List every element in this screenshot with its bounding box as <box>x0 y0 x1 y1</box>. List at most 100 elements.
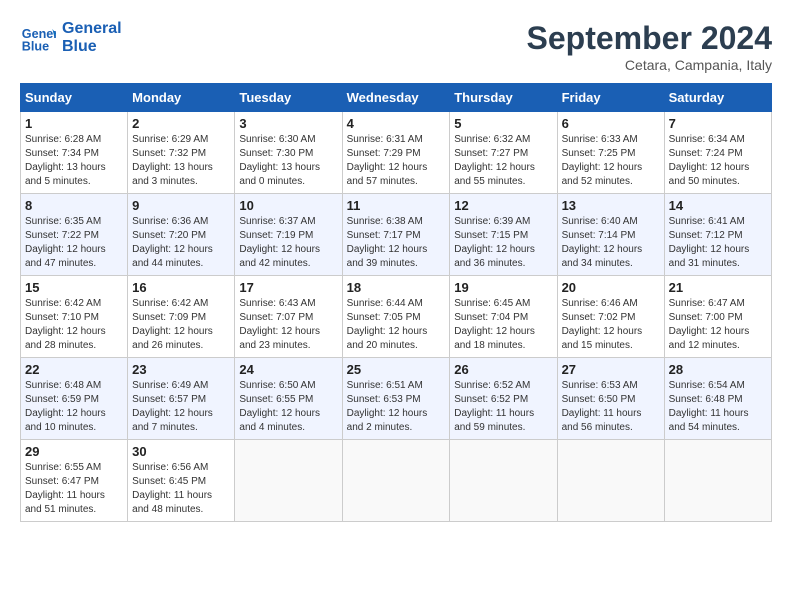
day-info: Sunrise: 6:29 AM Sunset: 7:32 PM Dayligh… <box>132 133 230 189</box>
day-of-week-header: Tuesday <box>235 84 342 112</box>
day-number: 24 <box>239 362 337 377</box>
calendar-week-row: 22 Sunrise: 6:48 AM Sunset: 6:59 PM Dayli… <box>21 358 772 440</box>
day-of-week-header: Friday <box>557 84 664 112</box>
day-info: Sunrise: 6:37 AM Sunset: 7:19 PM Dayligh… <box>239 215 337 271</box>
calendar-cell <box>557 440 664 522</box>
calendar-cell <box>664 440 771 522</box>
calendar-table: SundayMondayTuesdayWednesdayThursdayFrid… <box>20 83 772 522</box>
day-number: 27 <box>562 362 660 377</box>
day-of-week-header: Sunday <box>21 84 128 112</box>
calendar-cell: 17 Sunrise: 6:43 AM Sunset: 7:07 PM Dayli… <box>235 276 342 358</box>
day-number: 15 <box>25 280 123 295</box>
day-number: 5 <box>454 116 552 131</box>
calendar-cell: 24Sunrise: 6:50 AM Sunset: 6:55 PM Dayli… <box>235 358 342 440</box>
calendar-week-row: 8Sunrise: 6:35 AM Sunset: 7:22 PM Daylig… <box>21 194 772 276</box>
day-info: Sunrise: 6:48 AM Sunset: 6:59 PM Dayligh… <box>25 379 123 435</box>
calendar-cell: 25 Sunrise: 6:51 AM Sunset: 6:53 PM Dayli… <box>342 358 450 440</box>
day-number: 2 <box>132 116 230 131</box>
calendar-cell: 5 Sunrise: 6:32 AM Sunset: 7:27 PM Daylig… <box>450 112 557 194</box>
day-info: Sunrise: 6:56 AM Sunset: 6:45 PM Dayligh… <box>132 461 230 517</box>
logo-text: General Blue <box>62 20 122 55</box>
calendar-cell <box>342 440 450 522</box>
day-number: 18 <box>347 280 446 295</box>
logo: General Blue General Blue <box>20 20 122 56</box>
day-number: 17 <box>239 280 337 295</box>
day-info: Sunrise: 6:34 AM Sunset: 7:24 PM Dayligh… <box>669 133 767 189</box>
day-info: Sunrise: 6:53 AM Sunset: 6:50 PM Dayligh… <box>562 379 660 435</box>
day-number: 21 <box>669 280 767 295</box>
day-info: Sunrise: 6:30 AM Sunset: 7:30 PM Dayligh… <box>239 133 337 189</box>
day-info: Sunrise: 6:43 AM Sunset: 7:07 PM Dayligh… <box>239 297 337 353</box>
day-number: 19 <box>454 280 552 295</box>
calendar-cell: 20Sunrise: 6:46 AM Sunset: 7:02 PM Dayli… <box>557 276 664 358</box>
day-info: Sunrise: 6:45 AM Sunset: 7:04 PM Dayligh… <box>454 297 552 353</box>
calendar-cell: 1Sunrise: 6:28 AM Sunset: 7:34 PM Daylig… <box>21 112 128 194</box>
calendar-cell: 23Sunrise: 6:49 AM Sunset: 6:57 PM Dayli… <box>128 358 235 440</box>
page-header: General Blue General Blue September 2024… <box>20 20 772 73</box>
day-number: 13 <box>562 198 660 213</box>
day-info: Sunrise: 6:28 AM Sunset: 7:34 PM Dayligh… <box>25 133 123 189</box>
day-number: 6 <box>562 116 660 131</box>
day-of-week-header: Wednesday <box>342 84 450 112</box>
calendar-cell: 27 Sunrise: 6:53 AM Sunset: 6:50 PM Dayli… <box>557 358 664 440</box>
day-info: Sunrise: 6:41 AM Sunset: 7:12 PM Dayligh… <box>669 215 767 271</box>
day-number: 9 <box>132 198 230 213</box>
calendar-week-row: 1Sunrise: 6:28 AM Sunset: 7:34 PM Daylig… <box>21 112 772 194</box>
day-number: 16 <box>132 280 230 295</box>
day-info: Sunrise: 6:49 AM Sunset: 6:57 PM Dayligh… <box>132 379 230 435</box>
calendar-cell <box>235 440 342 522</box>
calendar-cell: 4 Sunrise: 6:31 AM Sunset: 7:29 PM Daylig… <box>342 112 450 194</box>
calendar-cell: 14 Sunrise: 6:41 AM Sunset: 7:12 PM Dayli… <box>664 194 771 276</box>
day-info: Sunrise: 6:46 AM Sunset: 7:02 PM Dayligh… <box>562 297 660 353</box>
title-area: September 2024 Cetara, Campania, Italy <box>527 20 772 73</box>
calendar-cell: 29Sunrise: 6:55 AM Sunset: 6:47 PM Dayli… <box>21 440 128 522</box>
day-number: 25 <box>347 362 446 377</box>
day-info: Sunrise: 6:38 AM Sunset: 7:17 PM Dayligh… <box>347 215 446 271</box>
day-info: Sunrise: 6:54 AM Sunset: 6:48 PM Dayligh… <box>669 379 767 435</box>
day-number: 11 <box>347 198 446 213</box>
day-info: Sunrise: 6:42 AM Sunset: 7:10 PM Dayligh… <box>25 297 123 353</box>
calendar-cell: 26 Sunrise: 6:52 AM Sunset: 6:52 PM Dayli… <box>450 358 557 440</box>
day-number: 14 <box>669 198 767 213</box>
day-number: 4 <box>347 116 446 131</box>
day-info: Sunrise: 6:36 AM Sunset: 7:20 PM Dayligh… <box>132 215 230 271</box>
month-title: September 2024 <box>527 20 772 57</box>
day-of-week-header: Thursday <box>450 84 557 112</box>
day-number: 22 <box>25 362 123 377</box>
calendar-cell: 6Sunrise: 6:33 AM Sunset: 7:25 PM Daylig… <box>557 112 664 194</box>
day-number: 3 <box>239 116 337 131</box>
day-info: Sunrise: 6:55 AM Sunset: 6:47 PM Dayligh… <box>25 461 123 517</box>
calendar-cell: 2 Sunrise: 6:29 AM Sunset: 7:32 PM Daylig… <box>128 112 235 194</box>
day-of-week-header: Saturday <box>664 84 771 112</box>
day-number: 12 <box>454 198 552 213</box>
day-number: 26 <box>454 362 552 377</box>
calendar-cell: 16 Sunrise: 6:42 AM Sunset: 7:09 PM Dayli… <box>128 276 235 358</box>
day-info: Sunrise: 6:51 AM Sunset: 6:53 PM Dayligh… <box>347 379 446 435</box>
day-number: 28 <box>669 362 767 377</box>
day-info: Sunrise: 6:40 AM Sunset: 7:14 PM Dayligh… <box>562 215 660 271</box>
day-number: 7 <box>669 116 767 131</box>
calendar-cell: 7 Sunrise: 6:34 AM Sunset: 7:24 PM Daylig… <box>664 112 771 194</box>
day-info: Sunrise: 6:39 AM Sunset: 7:15 PM Dayligh… <box>454 215 552 271</box>
calendar-cell: 15 Sunrise: 6:42 AM Sunset: 7:10 PM Dayli… <box>21 276 128 358</box>
calendar-cell <box>450 440 557 522</box>
day-info: Sunrise: 6:31 AM Sunset: 7:29 PM Dayligh… <box>347 133 446 189</box>
calendar-cell: 11 Sunrise: 6:38 AM Sunset: 7:17 PM Dayli… <box>342 194 450 276</box>
calendar-cell: 10 Sunrise: 6:37 AM Sunset: 7:19 PM Dayli… <box>235 194 342 276</box>
day-info: Sunrise: 6:42 AM Sunset: 7:09 PM Dayligh… <box>132 297 230 353</box>
subtitle: Cetara, Campania, Italy <box>527 57 772 73</box>
calendar-cell: 13 Sunrise: 6:40 AM Sunset: 7:14 PM Dayli… <box>557 194 664 276</box>
calendar-cell: 21Sunrise: 6:47 AM Sunset: 7:00 PM Dayli… <box>664 276 771 358</box>
calendar-week-row: 29Sunrise: 6:55 AM Sunset: 6:47 PM Dayli… <box>21 440 772 522</box>
day-info: Sunrise: 6:32 AM Sunset: 7:27 PM Dayligh… <box>454 133 552 189</box>
calendar-cell: 28 Sunrise: 6:54 AM Sunset: 6:48 PM Dayli… <box>664 358 771 440</box>
calendar-cell: 8Sunrise: 6:35 AM Sunset: 7:22 PM Daylig… <box>21 194 128 276</box>
day-number: 10 <box>239 198 337 213</box>
logo-icon: General Blue <box>20 20 56 56</box>
calendar-cell: 22 Sunrise: 6:48 AM Sunset: 6:59 PM Dayli… <box>21 358 128 440</box>
day-number: 30 <box>132 444 230 459</box>
day-info: Sunrise: 6:35 AM Sunset: 7:22 PM Dayligh… <box>25 215 123 271</box>
calendar-cell: 3 Sunrise: 6:30 AM Sunset: 7:30 PM Daylig… <box>235 112 342 194</box>
day-info: Sunrise: 6:52 AM Sunset: 6:52 PM Dayligh… <box>454 379 552 435</box>
calendar-cell: 19 Sunrise: 6:45 AM Sunset: 7:04 PM Dayli… <box>450 276 557 358</box>
